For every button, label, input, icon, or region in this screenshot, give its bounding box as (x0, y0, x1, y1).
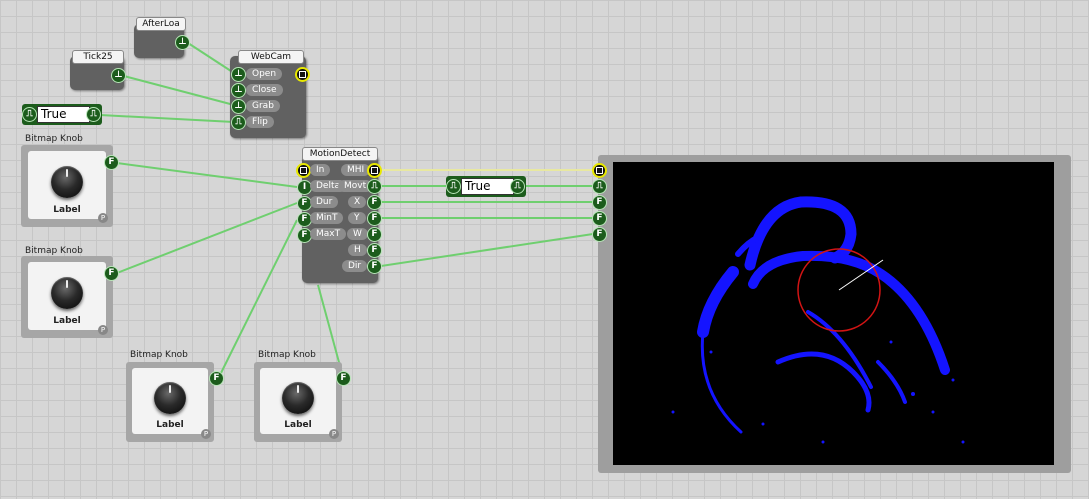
motiondetect-h-label: H (348, 244, 367, 256)
knob-4-label: Label (284, 420, 312, 430)
motiondetect-mhi-pin[interactable] (367, 163, 382, 178)
bitmap-knob-1-title: Bitmap Knob (25, 134, 83, 144)
wire (99, 114, 235, 123)
knob-3-p-badge: P (201, 429, 211, 439)
wire (123, 75, 235, 106)
motiondetect-w-pin[interactable]: F (367, 227, 382, 242)
knob-2-dial[interactable] (51, 277, 83, 309)
video-bitmap-input-pin[interactable] (592, 163, 607, 178)
motiondetect-maxt-label: MaxT (310, 228, 347, 240)
webcam-grab-label: Grab (246, 100, 280, 112)
knob-3-output-pin[interactable]: F (209, 371, 224, 386)
motiondetect-dir-label: Dir (342, 260, 368, 272)
webcam-bitmap-output-pin[interactable] (295, 67, 310, 82)
knob-4-dial[interactable] (282, 382, 314, 414)
knob-1-p-badge: P (98, 213, 108, 223)
afterload-title: AfterLoa (136, 17, 186, 31)
true-left-input-pin[interactable]: ⎍ (22, 107, 37, 122)
true-switch-right[interactable]: ⎍ True ⎍ (446, 176, 526, 197)
tick25-trigger-output-pin[interactable]: ⊥ (111, 68, 126, 83)
motiondetect-x-label: X (348, 196, 367, 208)
wire (380, 233, 594, 267)
motiondetect-h-pin[interactable]: F (367, 243, 382, 258)
webcam-close-label: Close (246, 84, 283, 96)
motion-video-screen (613, 162, 1054, 465)
knob-4-output-pin[interactable]: F (336, 371, 351, 386)
true-right-value[interactable]: True (461, 178, 514, 195)
true-left-value[interactable]: True (37, 106, 90, 123)
knob-1-dial[interactable] (51, 166, 83, 198)
knob-1-label: Label (53, 205, 81, 215)
video-trigger-input-pin[interactable]: ⎍ (592, 179, 607, 194)
motiondetect-in-label: In (310, 164, 331, 176)
knob-2-p-badge: P (98, 325, 108, 335)
webcam-title: WebCam (238, 50, 304, 64)
bitmap-knob-2-title: Bitmap Knob (25, 246, 83, 256)
bitmap-knob-3-title: Bitmap Knob (130, 350, 188, 360)
motiondetect-in-pin[interactable] (296, 163, 311, 178)
motiondetect-mhi-label: MHI (341, 164, 371, 176)
knob-4-p-badge: P (329, 429, 339, 439)
wire (187, 42, 235, 74)
motiondetect-y-pin[interactable]: F (367, 211, 382, 226)
video-dir-input-pin[interactable]: F (592, 227, 607, 242)
knob-2-output-pin[interactable]: F (104, 266, 119, 281)
true-right-output-pin[interactable]: ⎍ (510, 179, 525, 194)
knob-2-label: Label (53, 316, 81, 326)
knob-1-output-pin[interactable]: F (104, 155, 119, 170)
webcam-flip-label: Flip (246, 116, 274, 128)
motiondetect-x-pin[interactable]: F (367, 195, 382, 210)
motiondetect-mint-label: MinT (310, 212, 344, 224)
webcam-grab-pin[interactable]: ⊥ (231, 99, 246, 114)
knob-3-dial[interactable] (154, 382, 186, 414)
knob-3-label: Label (156, 420, 184, 430)
motion-history-image (671, 196, 965, 444)
bitmap-knob-4-title: Bitmap Knob (258, 350, 316, 360)
wire (116, 162, 298, 188)
wire (116, 202, 298, 274)
webcam-flip-pin[interactable]: ⎍ (231, 115, 246, 130)
video-y-input-pin[interactable]: F (592, 211, 607, 226)
webcam-close-pin[interactable]: ⊥ (231, 83, 246, 98)
motiondetect-dur-label: Dur (310, 196, 339, 208)
video-x-input-pin[interactable]: F (592, 195, 607, 210)
true-right-input-pin[interactable]: ⎍ (446, 179, 461, 194)
true-switch-left[interactable]: ⎍ True ⎍ (22, 104, 102, 125)
motiondetect-y-label: Y (348, 212, 366, 224)
true-left-output-pin[interactable]: ⎍ (86, 107, 101, 122)
motiondetect-movt-pin[interactable]: ⎍ (367, 179, 382, 194)
webcam-open-pin[interactable]: ⊥ (231, 67, 246, 82)
afterload-trigger-output-pin[interactable]: ⊥ (175, 35, 190, 50)
motiondetect-w-label: W (347, 228, 368, 240)
webcam-open-label: Open (246, 68, 283, 80)
motiondetect-title: MotionDetect (302, 147, 378, 161)
motiondetect-dir-pin[interactable]: F (367, 259, 382, 274)
tick25-title: Tick25 (72, 50, 124, 64)
